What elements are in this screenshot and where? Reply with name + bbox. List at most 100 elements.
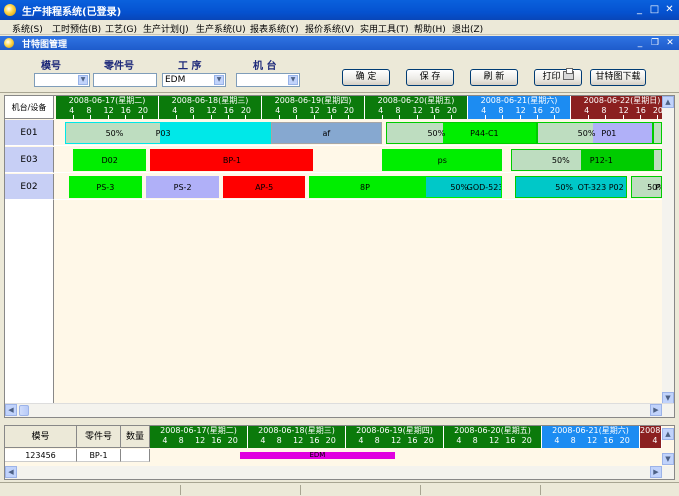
task-bar[interactable]: 50% OT-323 P02 bbox=[515, 176, 627, 198]
hour-tick-label: 4 bbox=[481, 106, 487, 115]
save-button[interactable]: 保 存 bbox=[406, 69, 454, 86]
status-bar bbox=[0, 482, 679, 496]
part-input[interactable] bbox=[93, 73, 157, 87]
task-bar[interactable]: 50% P12-1 bbox=[510, 149, 653, 171]
day-header: 2008-06-21(星期六) 4 8 12 16 20 bbox=[468, 96, 571, 119]
scroll-up-button[interactable]: ▲ bbox=[662, 96, 674, 108]
hour-tick-label: 8 bbox=[601, 106, 607, 115]
scroll-right-button[interactable]: ▶ bbox=[650, 404, 662, 416]
task-bar[interactable]: 50% P01 bbox=[536, 122, 653, 144]
horizontal-scrollbar[interactable]: ◀ ▶ bbox=[5, 403, 674, 417]
machine-row-header[interactable]: E02 bbox=[5, 174, 54, 200]
bottom-hour-ticks: 4 8 12 16 20 bbox=[542, 436, 639, 448]
task-bar[interactable]: AP-5 bbox=[223, 176, 305, 198]
task-bar[interactable]: af bbox=[270, 122, 383, 144]
mold-column-header: 模号 bbox=[5, 426, 77, 448]
hour-tick-mark bbox=[176, 115, 178, 119]
machine-select[interactable]: ▼ bbox=[236, 73, 300, 87]
menu-exit[interactable]: 退出(Z) bbox=[452, 22, 483, 35]
machine-row-header[interactable]: E01 bbox=[5, 120, 54, 146]
bottom-scroll-right-button[interactable]: ▶ bbox=[650, 466, 662, 478]
bottom-hour-ticks: 4 8 12 16 20 bbox=[150, 436, 247, 448]
hour-tick-mark bbox=[502, 115, 504, 119]
close-button[interactable]: ✕ bbox=[663, 3, 676, 16]
machine-row-header[interactable]: E03 bbox=[5, 147, 54, 173]
hour-tick-mark bbox=[73, 115, 75, 119]
mold-select[interactable]: ▼ bbox=[34, 73, 90, 87]
hour-tick-mark bbox=[330, 115, 332, 119]
hour-tick-mark bbox=[296, 115, 298, 119]
bottom-scroll-up-button[interactable]: ▲ bbox=[662, 428, 674, 440]
task-bar[interactable]: D02 bbox=[73, 149, 147, 171]
task-bar[interactable]: 50% P03 bbox=[64, 122, 271, 144]
child-minimize-button[interactable]: _ bbox=[634, 37, 646, 49]
hour-ticks: 4 8 12 16 20 bbox=[159, 106, 261, 119]
task-bar[interactable]: PS-2 bbox=[146, 176, 220, 198]
task-label: PS-2 bbox=[173, 183, 192, 192]
title-bar: 生产排程系统(已登录) _ □ ✕ bbox=[0, 0, 679, 20]
process-select[interactable]: EDM ▼ bbox=[162, 73, 226, 87]
hour-tick-label: 4 bbox=[172, 106, 178, 115]
bottom-hour-tick-label: 12 bbox=[391, 436, 402, 445]
maximize-button[interactable]: □ bbox=[648, 3, 661, 16]
minimize-button[interactable]: _ bbox=[633, 3, 646, 16]
hour-tick-mark bbox=[433, 115, 435, 119]
task-label: OT-323 P02 bbox=[577, 183, 624, 192]
bottom-day-label: 2008-06-17(星期二) bbox=[160, 426, 237, 435]
task-bar[interactable] bbox=[652, 149, 662, 171]
chevron-down-icon[interactable]: ▼ bbox=[288, 75, 298, 85]
refresh-button[interactable]: 刷 新 bbox=[470, 69, 518, 86]
task-bar[interactable]: PS-3 bbox=[68, 176, 142, 198]
horizontal-scroll-thumb[interactable] bbox=[19, 405, 29, 416]
hour-tick-label: 20 bbox=[137, 106, 149, 115]
menu-report-system[interactable]: 报表系统(Y) bbox=[250, 22, 299, 35]
hour-tick-label: 8 bbox=[498, 106, 504, 115]
confirm-button[interactable]: 确 定 bbox=[342, 69, 390, 86]
chevron-down-icon[interactable]: ▼ bbox=[78, 75, 88, 85]
menu-production-system[interactable]: 生产系统(U) bbox=[196, 22, 246, 35]
task-bar[interactable]: BP-1 bbox=[150, 149, 314, 171]
chevron-down-icon[interactable]: ▼ bbox=[214, 75, 224, 85]
bottom-scroll-down-button[interactable]: ▼ bbox=[662, 453, 674, 465]
child-restore-button[interactable]: ❐ bbox=[649, 37, 661, 49]
task-label: BP-1 bbox=[222, 156, 241, 165]
menu-system[interactable]: 系统(S) bbox=[12, 22, 43, 35]
task-bar[interactable]: ps bbox=[382, 149, 503, 171]
print-label: 打印 bbox=[542, 72, 561, 82]
task-bar[interactable] bbox=[652, 122, 662, 144]
task-bar[interactable]: 8P bbox=[309, 176, 421, 198]
day-label: 2008-06-17(星期二) bbox=[68, 96, 146, 105]
menu-help[interactable]: 帮助(H) bbox=[414, 22, 446, 35]
menu-time-estimate[interactable]: 工时预估(B) bbox=[52, 22, 101, 35]
task-label: P01 bbox=[601, 129, 617, 138]
task-bar[interactable]: 50%P bbox=[631, 176, 662, 198]
gantt-download-button[interactable]: 甘特图下载 bbox=[590, 69, 646, 86]
hour-tick-label: 4 bbox=[69, 106, 75, 115]
child-window-title: 甘特图管理 bbox=[22, 40, 68, 50]
part-process-bar[interactable]: EDM bbox=[239, 452, 395, 459]
hour-tick-label: 12 bbox=[515, 106, 526, 115]
hour-ticks: 4 8 12 16 20 bbox=[571, 106, 673, 119]
menu-bar: 系统(S) 工时预估(B) 工艺(G) 生产计划(J) 生产系统(U) 报表系统… bbox=[0, 20, 679, 35]
menu-process[interactable]: 工艺(G) bbox=[105, 22, 137, 35]
task-progress-fill bbox=[159, 123, 270, 143]
bottom-horizontal-scrollbar[interactable]: ◀ ▶ bbox=[5, 466, 674, 479]
hour-tick-label: 4 bbox=[275, 106, 281, 115]
menu-production-plan[interactable]: 生产计划(J) bbox=[143, 22, 189, 35]
print-button[interactable]: 打印 bbox=[534, 68, 582, 86]
task-bar[interactable]: 50% P44-C1 bbox=[386, 122, 537, 144]
vertical-scrollbar[interactable]: ▲ ▼ bbox=[662, 96, 674, 417]
bottom-hour-tick-label: 12 bbox=[195, 436, 206, 445]
task-bar[interactable]: 50%GOD-523 D08 bbox=[420, 176, 503, 198]
scroll-left-button[interactable]: ◀ bbox=[5, 404, 17, 416]
bottom-scroll-left-button[interactable]: ◀ bbox=[5, 466, 17, 478]
hour-tick-mark bbox=[639, 115, 641, 119]
child-close-button[interactable]: ✕ bbox=[664, 37, 676, 49]
day-label: 2008-06-19(星期四) bbox=[274, 96, 352, 105]
task-label: PS-3 bbox=[96, 183, 115, 192]
menu-tools[interactable]: 实用工具(T) bbox=[360, 22, 409, 35]
task-label: 8P bbox=[360, 183, 370, 192]
menu-quote-system[interactable]: 报价系统(V) bbox=[305, 22, 354, 35]
hour-tick-label: 12 bbox=[103, 106, 114, 115]
hour-tick-mark bbox=[485, 115, 487, 119]
